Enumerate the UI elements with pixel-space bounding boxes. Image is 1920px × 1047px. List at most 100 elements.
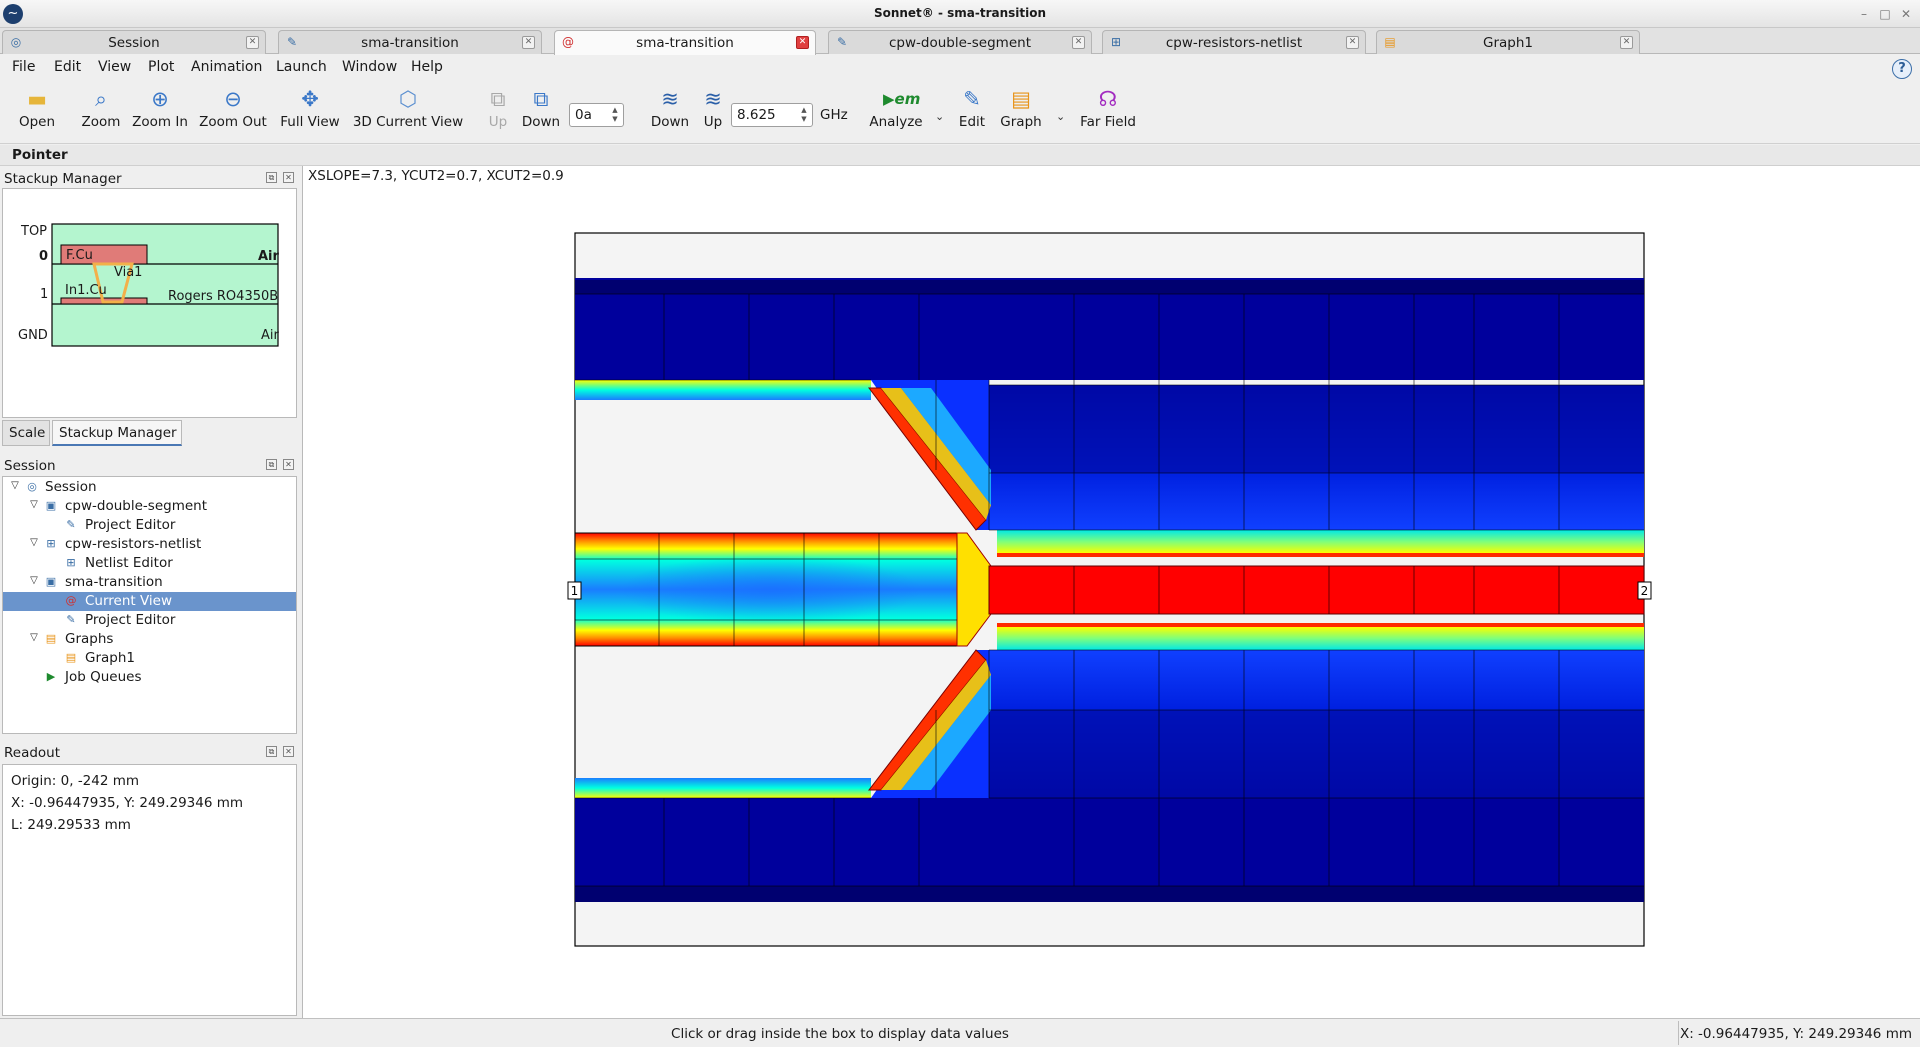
- zoom-out-button[interactable]: ⊖ Zoom Out: [198, 86, 268, 142]
- session-panel-title: Session: [4, 458, 56, 474]
- menu-window[interactable]: Window: [342, 59, 397, 75]
- expand-arrow-icon[interactable]: ▽: [28, 499, 40, 510]
- graph-dropdown-icon[interactable]: ⌄: [1056, 110, 1065, 123]
- close-panel-icon[interactable]: ✕: [283, 459, 294, 470]
- tab-close-icon[interactable]: ✕: [1072, 36, 1085, 49]
- analyze-button[interactable]: ▶em Analyze: [868, 86, 924, 142]
- expand-arrow-icon[interactable]: ▽: [9, 480, 21, 491]
- tab-label: Session: [108, 35, 160, 51]
- session-icon: ◎: [27, 480, 37, 493]
- tab-scale[interactable]: Scale: [2, 420, 50, 446]
- job-queue-icon: ▶: [46, 670, 56, 683]
- tab-sma-transition-current-view[interactable]: @ sma-transition ✕: [554, 30, 816, 55]
- analyze-label: Analyze: [869, 114, 923, 130]
- edit-button[interactable]: ✎ Edit: [956, 86, 988, 142]
- session-tree: ▽ ◎ Session ▽ ▣ cpw-double-segment ✎ Pro…: [2, 476, 297, 734]
- current-density-view[interactable]: XSLOPE=7.3, YCUT2=0.7, XCUT2=0.9 1 2: [302, 166, 1920, 1018]
- tab-sma-transition-editor[interactable]: ✎ sma-transition ✕: [278, 30, 542, 54]
- level-up-button[interactable]: ⧉ Up: [482, 86, 514, 142]
- window-title: Sonnet® - sma-transition: [873, 6, 1047, 20]
- float-panel-icon[interactable]: ⧉: [266, 172, 277, 183]
- project-editor-icon: ✎: [66, 613, 76, 626]
- readout-panel-title: Readout: [4, 745, 61, 761]
- project-icon: ▣: [45, 499, 57, 512]
- level-down-button[interactable]: ⧉ Down: [520, 86, 562, 142]
- readout-xy: X: -0.96447935, Y: 249.29346 mm: [11, 795, 244, 811]
- graph-icon: ▤: [1011, 87, 1031, 111]
- tab-graph1[interactable]: ▤ Graph1 ✕: [1376, 30, 1640, 54]
- stackup-level-top: TOP: [21, 224, 48, 239]
- tab-label: sma-transition: [361, 35, 459, 51]
- tree-item-graph1[interactable]: ▤ Graph1: [3, 649, 296, 668]
- close-window-icon[interactable]: ✕: [1898, 6, 1914, 22]
- status-coordinates: X: -0.96447935, Y: 249.29346 mm: [1679, 1026, 1912, 1042]
- tab-close-icon[interactable]: ✕: [1620, 36, 1633, 49]
- menu-help[interactable]: Help: [411, 59, 443, 75]
- zoom-out-icon: ⊖: [224, 87, 242, 111]
- frequency-input[interactable]: 8.625 ▲ ▼: [731, 103, 813, 127]
- tree-item-cpw-resistors-netlist[interactable]: ▽ ⊞ cpw-resistors-netlist: [3, 535, 296, 554]
- session-panel-header: Session ⧉ ✕: [0, 455, 298, 475]
- analyze-dropdown-icon[interactable]: ⌄: [935, 110, 944, 123]
- air-bottom-label: Air: [261, 328, 279, 343]
- current-plot-canvas[interactable]: 1 2: [303, 166, 1920, 1018]
- menu-file[interactable]: File: [12, 59, 35, 75]
- document-tab-strip: ◎ Session ✕ ✎ sma-transition ✕ @ sma-tra…: [0, 28, 1920, 55]
- open-label: Open: [18, 114, 56, 130]
- port-2-label: 2: [1641, 584, 1649, 598]
- tab-session[interactable]: ◎ Session ✕: [2, 30, 266, 54]
- open-button[interactable]: ▬ Open: [14, 86, 60, 142]
- frequency-down-icon: ≋: [661, 87, 679, 111]
- zoom-in-button[interactable]: ⊕ Zoom In: [130, 86, 190, 142]
- help-icon[interactable]: ?: [1892, 59, 1912, 79]
- stackup-manager-header: Stackup Manager ⧉ ✕: [0, 168, 298, 188]
- air-top-label: Air: [258, 249, 279, 264]
- tree-item-current-view[interactable]: @ Current View: [3, 592, 296, 611]
- menu-animation[interactable]: Animation: [191, 59, 262, 75]
- full-view-button[interactable]: ✥ Full View: [278, 86, 342, 142]
- menu-plot[interactable]: Plot: [148, 59, 174, 75]
- maximize-icon[interactable]: □: [1877, 6, 1893, 22]
- tab-close-icon[interactable]: ✕: [522, 36, 535, 49]
- spin-arrows-icon[interactable]: ▲ ▼: [798, 106, 810, 124]
- pointer-bar: Pointer: [0, 145, 1920, 166]
- frequency-up-button[interactable]: ≋ Up: [696, 86, 730, 142]
- tree-item-graphs[interactable]: ▽ ▤ Graphs: [3, 630, 296, 649]
- menu-edit[interactable]: Edit: [54, 59, 81, 75]
- expand-arrow-icon[interactable]: ▽: [28, 632, 40, 643]
- close-panel-icon[interactable]: ✕: [283, 172, 294, 183]
- graph-button[interactable]: ▤ Graph: [998, 86, 1044, 142]
- close-panel-icon[interactable]: ✕: [283, 746, 294, 757]
- level-select[interactable]: 0a ▲ ▼: [569, 103, 624, 127]
- tree-item-sma-transition[interactable]: ▽ ▣ sma-transition: [3, 573, 296, 592]
- minimize-icon[interactable]: –: [1856, 6, 1872, 22]
- menu-view[interactable]: View: [98, 59, 131, 75]
- zoom-button[interactable]: ⌕ Zoom: [76, 86, 126, 142]
- tree-item-session[interactable]: ▽ ◎ Session: [3, 478, 296, 497]
- expand-arrow-icon[interactable]: ▽: [28, 537, 40, 548]
- graph-icon: ▤: [65, 651, 77, 664]
- tree-item-netlist-editor[interactable]: ⊞ Netlist Editor: [3, 554, 296, 573]
- tree-item-job-queues[interactable]: ▶ Job Queues: [3, 668, 296, 687]
- tab-close-icon[interactable]: ✕: [796, 36, 809, 49]
- layer-down-icon: ⧉: [533, 87, 549, 111]
- tab-close-icon[interactable]: ✕: [1346, 36, 1359, 49]
- 3d-current-view-button[interactable]: ⬡ 3D Current View: [352, 86, 464, 142]
- float-panel-icon[interactable]: ⧉: [266, 459, 277, 470]
- spin-arrows-icon[interactable]: ▲ ▼: [609, 106, 621, 124]
- tab-cpw-double-segment[interactable]: ✎ cpw-double-segment ✕: [828, 30, 1092, 54]
- tree-item-project-editor[interactable]: ✎ Project Editor: [3, 516, 296, 535]
- menu-launch[interactable]: Launch: [276, 59, 327, 75]
- float-panel-icon[interactable]: ⧉: [266, 746, 277, 757]
- far-field-button[interactable]: ☊ Far Field: [1076, 86, 1140, 142]
- tab-cpw-resistors-netlist[interactable]: ⊞ cpw-resistors-netlist ✕: [1102, 30, 1366, 54]
- frequency-down-button[interactable]: ≋ Down: [650, 86, 690, 142]
- frequency-down-label: Down: [650, 114, 690, 130]
- stackup-manager-panel: TOP 0 1 GND F.Cu Via1 In1.Cu Rogers RO43…: [2, 188, 297, 418]
- tab-stackup-manager[interactable]: Stackup Manager: [52, 420, 182, 446]
- expand-arrow-icon[interactable]: ▽: [28, 575, 40, 586]
- tree-item-cpw-double-segment[interactable]: ▽ ▣ cpw-double-segment: [3, 497, 296, 516]
- tab-close-icon[interactable]: ✕: [246, 36, 259, 49]
- tree-item-project-editor[interactable]: ✎ Project Editor: [3, 611, 296, 630]
- tree-label: cpw-double-segment: [65, 498, 208, 514]
